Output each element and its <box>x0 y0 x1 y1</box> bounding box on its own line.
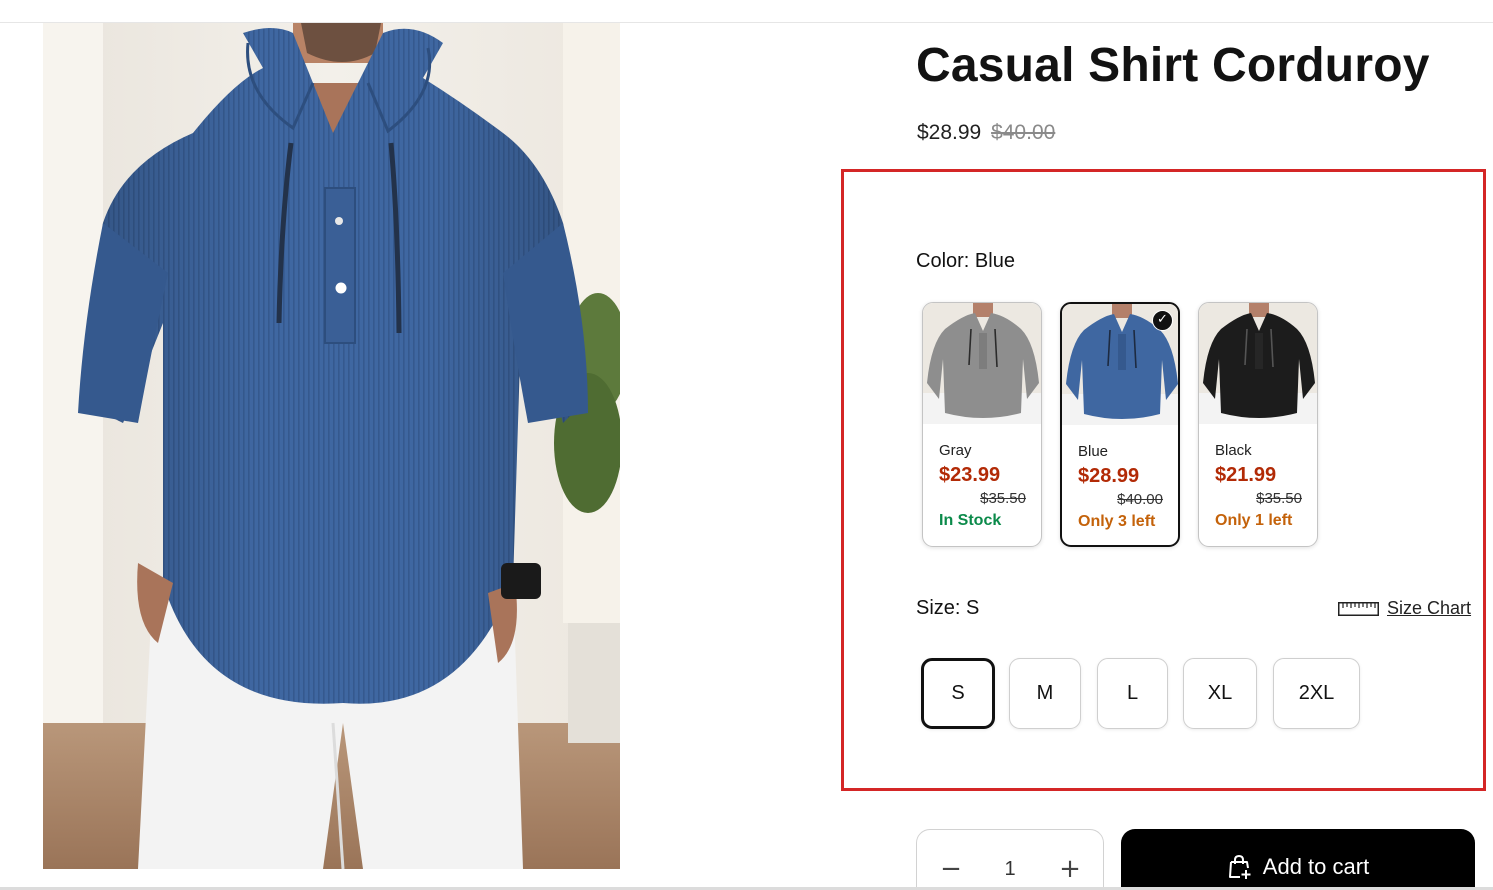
color-price-gray: $23.99 <box>939 464 1001 486</box>
quantity-stepper: − + <box>916 829 1104 890</box>
shopping-bag-plus-icon <box>1228 854 1251 879</box>
check-icon: ✓ <box>1152 310 1173 331</box>
color-option-black[interactable]: Black $21.99 $35.50 Only 1 left <box>1198 302 1318 547</box>
size-option-l[interactable]: L <box>1097 658 1168 729</box>
color-stock-gray: In Stock <box>939 512 1002 529</box>
color-price-black: $21.99 <box>1215 464 1277 486</box>
size-option-m[interactable]: M <box>1009 658 1081 729</box>
color-stock-blue: Only 3 left <box>1078 513 1156 530</box>
color-thumbnail-gray <box>923 303 1041 424</box>
size-option-xl[interactable]: XL <box>1183 658 1257 729</box>
add-to-cart-label: Add to cart <box>1262 854 1370 879</box>
color-option-blue[interactable]: ✓ Blue $28.99 $40.00 Only 3 left <box>1060 302 1180 547</box>
color-label: Color: Blue <box>916 250 1015 272</box>
product-title: Casual Shirt Corduroy <box>916 39 1430 92</box>
minus-icon[interactable]: − <box>934 852 968 886</box>
product-price-row: $28.99 $40.00 <box>917 121 1055 145</box>
color-thumbnail-black <box>1199 303 1317 424</box>
hoodie-model-illustration <box>43 23 620 869</box>
color-price-blue: $28.99 <box>1078 465 1140 487</box>
size-chart-link[interactable]: Size Chart <box>1338 598 1471 619</box>
product-main-image[interactable] <box>43 23 620 869</box>
size-chart-label[interactable]: Size Chart <box>1387 598 1471 619</box>
color-old-price-blue: $40.00 <box>1117 491 1163 508</box>
current-price: $28.99 <box>917 121 982 144</box>
size-option-2xl[interactable]: 2XL <box>1273 658 1360 729</box>
compare-at-price: $40.00 <box>991 121 1056 144</box>
color-name-blue: Blue <box>1078 443 1109 460</box>
color-old-price-gray: $35.50 <box>980 490 1026 507</box>
color-name-gray: Gray <box>939 442 972 459</box>
color-old-price-black: $35.50 <box>1256 490 1302 507</box>
plus-icon[interactable]: + <box>1053 852 1087 886</box>
color-option-gray[interactable]: Gray $23.99 $35.50 In Stock <box>922 302 1042 547</box>
size-label: Size: S <box>916 597 980 619</box>
color-stock-black: Only 1 left <box>1215 512 1293 529</box>
size-option-s[interactable]: S <box>921 658 995 729</box>
ruler-icon <box>1338 601 1379 616</box>
add-to-cart-button[interactable]: Add to cart <box>1121 829 1475 890</box>
quantity-input[interactable] <box>981 854 1039 884</box>
color-name-black: Black <box>1215 442 1252 459</box>
